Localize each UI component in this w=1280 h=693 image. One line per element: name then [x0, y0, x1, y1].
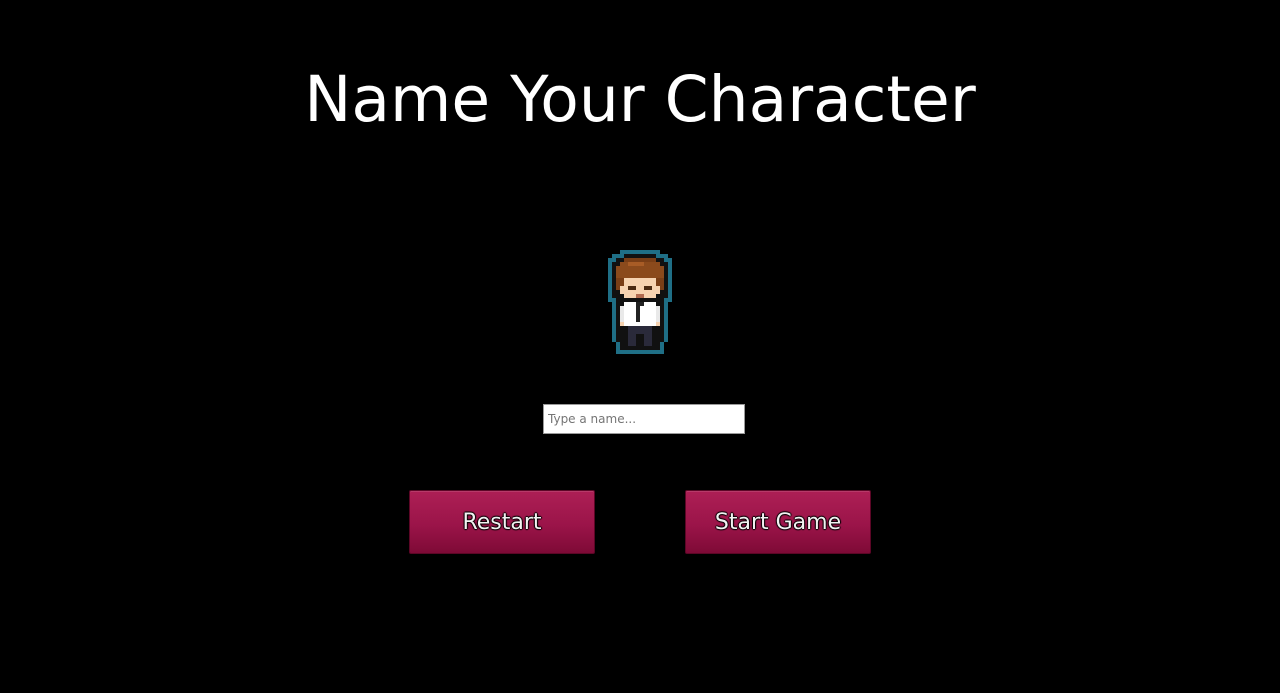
page-title: Name Your Character — [304, 63, 976, 136]
start-game-button[interactable]: Start Game — [685, 490, 871, 554]
restart-button[interactable]: Restart — [409, 490, 595, 554]
character-sprite-icon — [608, 250, 672, 354]
character-name-input[interactable] — [543, 404, 745, 434]
